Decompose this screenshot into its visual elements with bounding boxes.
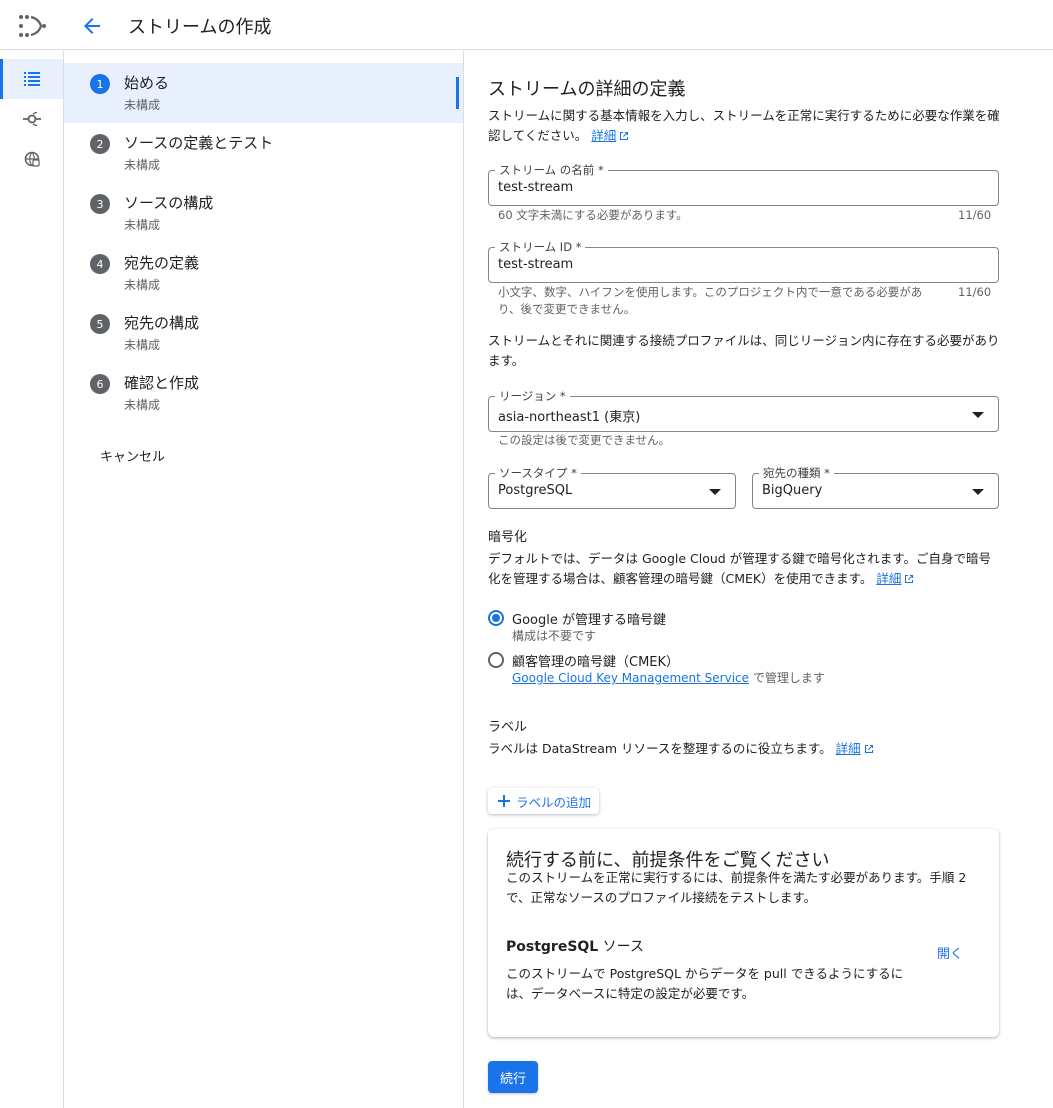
encryption-desc-text: デフォルトでは、データは Google Cloud が管理する鍵で暗号化されます… — [488, 551, 991, 586]
field-label: ソースタイプ * — [495, 465, 581, 481]
step-4[interactable]: 4 宛先の定義 未構成 — [64, 243, 463, 303]
globe-icon — [24, 151, 40, 167]
card-desc: このストリームを正常に実行するには、前提条件を満たす必要があります。手順 2 で… — [506, 870, 967, 905]
card-subheading: PostgreSQL ソース — [506, 936, 644, 956]
labels-details-link[interactable]: 詳細 — [836, 741, 861, 756]
step-status: 未構成 — [124, 158, 161, 172]
card-subheading-rest: ソース — [598, 939, 644, 955]
add-label-button[interactable]: ラベルの追加 — [488, 788, 600, 814]
source-type-select[interactable]: ソースタイプ * PostgreSQL — [488, 465, 736, 509]
field-label: リージョン * — [495, 388, 570, 404]
dropdown-arrow-icon — [972, 489, 984, 495]
step-title: ソースの定義とテスト — [124, 134, 274, 152]
step-title: 始める — [124, 74, 170, 92]
dropdown-arrow-icon — [709, 489, 721, 495]
step-3[interactable]: 3 ソースの構成 未構成 — [64, 183, 463, 243]
field-label: ストリーム の名前 * — [495, 162, 608, 178]
details-link[interactable]: 詳細 — [591, 128, 616, 143]
step-title: 確認と作成 — [124, 374, 200, 392]
step-title: 宛先の構成 — [124, 314, 200, 332]
field-label: ストリーム ID * — [495, 239, 586, 255]
nav-rail — [0, 51, 64, 1108]
external-link-icon — [864, 745, 873, 753]
form-heading: ストリームの詳細の定義 — [488, 79, 686, 100]
field-hint: 小文字、数字、ハイフンを使用します。このプロジェクト内で一意である必要があり、後… — [498, 285, 923, 316]
char-counter: 11/60 — [958, 285, 992, 299]
back-arrow-icon[interactable] — [80, 14, 104, 38]
stream-name-field[interactable]: ストリーム の名前 * test-stream — [488, 162, 999, 206]
labels-heading: ラベル — [488, 720, 528, 735]
cmek-radio[interactable] — [488, 652, 504, 668]
rail-item-streams[interactable] — [0, 59, 63, 99]
external-link-icon — [620, 132, 629, 140]
step-2[interactable]: 2 ソースの定義とテスト 未構成 — [64, 123, 463, 183]
kms-link[interactable]: Google Cloud Key Management Service — [512, 671, 749, 685]
radio-sublabel: 構成は不要です — [512, 629, 597, 643]
continue-button[interactable]: 続行 — [488, 1061, 538, 1093]
encryption-desc: デフォルトでは、データは Google Cloud が管理する鍵で暗号化されます… — [488, 549, 1003, 589]
step-number: 2 — [90, 134, 110, 154]
page-title: ストリームの作成 — [128, 17, 272, 38]
step-title: 宛先の定義 — [124, 254, 200, 272]
rail-item-private-connectivity[interactable] — [0, 139, 63, 179]
step-status: 未構成 — [124, 398, 161, 412]
card-subheading-bold: PostgreSQL — [506, 939, 599, 955]
step-status: 未構成 — [124, 278, 161, 292]
external-link-icon — [905, 575, 914, 583]
labels-desc-text: ラベルは DataStream リソースを整理するのに役立ちます。 — [488, 741, 832, 756]
list-icon — [23, 72, 40, 86]
form-intro-text: ストリームに関する基本情報を入力し、ストリームを正常に実行するために必要な作業を… — [488, 108, 1000, 143]
form-intro: ストリームに関する基本情報を入力し、ストリームを正常に実行するために必要な作業を… — [488, 106, 1003, 146]
encryption-heading: 暗号化 — [488, 530, 528, 545]
field-value: PostgreSQL — [498, 483, 573, 498]
prerequisites-card: 続行する前に、前提条件をご覧ください このストリームを正常に実行するには、前提条… — [488, 829, 999, 1037]
step-1[interactable]: 1 始める 未構成 — [64, 63, 463, 123]
add-label-text: ラベルの追加 — [516, 794, 592, 810]
destination-type-select[interactable]: 宛先の種類 * BigQuery — [752, 465, 999, 509]
google-managed-key-radio[interactable] — [488, 610, 504, 626]
char-counter: 11/60 — [958, 208, 992, 222]
step-status: 未構成 — [124, 98, 161, 112]
field-hint: 60 文字未満にする必要があります。 — [498, 208, 688, 222]
kms-suffix: で管理します — [749, 671, 825, 685]
labels-desc: ラベルは DataStream リソースを整理するのに役立ちます。 詳細 — [488, 739, 1003, 759]
field-value: test-stream — [498, 257, 574, 272]
step-title: ソースの構成 — [124, 194, 214, 212]
step-number: 4 — [90, 254, 110, 274]
encryption-details-link[interactable]: 詳細 — [876, 571, 901, 586]
step-status: 未構成 — [124, 218, 161, 232]
stream-id-field[interactable]: ストリーム ID * test-stream — [488, 239, 999, 283]
radio-label: Google が管理する暗号鍵 — [512, 613, 666, 628]
main-form: ストリームの詳細の定義 ストリームに関する基本情報を入力し、ストリームを正常に実… — [465, 51, 1053, 1108]
card-sub-desc: このストリームで PostgreSQL からデータを pull できるようにする… — [506, 966, 904, 1001]
connection-icon — [22, 112, 41, 126]
field-label: 宛先の種類 * — [759, 465, 834, 481]
step-5[interactable]: 5 宛先の構成 未構成 — [64, 303, 463, 363]
step-number: 5 — [90, 314, 110, 334]
region-note: ストリームとそれに関連する接続プロファイルは、同じリージョン内に存在する必要があ… — [488, 333, 1000, 368]
field-value: test-stream — [498, 180, 574, 195]
step-6[interactable]: 6 確認と作成 未構成 — [64, 363, 463, 423]
step-status: 未構成 — [124, 338, 161, 352]
field-hint: この設定は後で変更できません。 — [498, 433, 671, 447]
region-select[interactable]: リージョン * asia-northeast1 (東京) — [488, 388, 999, 432]
stepper: 1 始める 未構成 2 ソースの定義とテスト 未構成 3 ソースの構成 未構成 … — [64, 51, 464, 1108]
rail-item-connections[interactable] — [0, 99, 63, 139]
step-number: 6 — [90, 374, 110, 394]
dropdown-arrow-icon — [972, 412, 984, 418]
radio-sublabel: Google Cloud Key Management Service で管理し… — [512, 669, 825, 686]
cancel-button[interactable]: キャンセル — [100, 446, 165, 465]
radio-label: 顧客管理の暗号鍵（CMEK） — [512, 655, 680, 670]
top-bar: ストリームの作成 — [0, 0, 1053, 50]
plus-icon — [498, 795, 510, 807]
field-value: asia-northeast1 (東京) — [498, 410, 641, 425]
step-number: 3 — [90, 194, 110, 214]
field-value: BigQuery — [762, 483, 823, 498]
open-button[interactable]: 開く — [937, 943, 963, 962]
datastream-logo-icon — [19, 15, 46, 37]
step-number: 1 — [90, 74, 110, 94]
